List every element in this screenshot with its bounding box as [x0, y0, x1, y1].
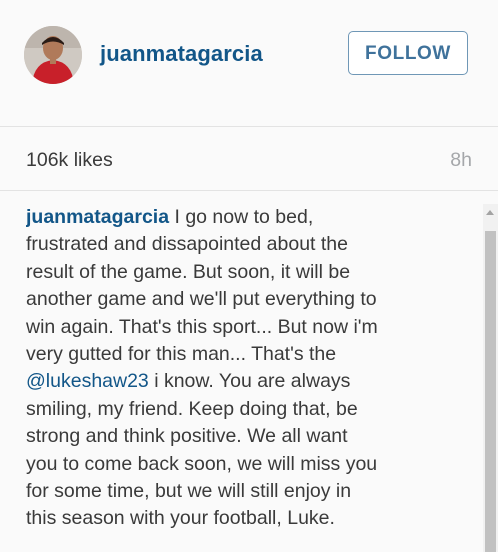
follow-button[interactable]: FOLLOW: [348, 31, 468, 75]
caption-line: result of the game. But soon, it will be: [26, 260, 351, 283]
avatar-image: [24, 26, 82, 84]
caption: juanmatagarcia I go now to bed, frustrat…: [26, 204, 481, 552]
caption-line: juanmatagarcia I go now to bed,: [26, 204, 481, 231]
likes-count[interactable]: 106k likes: [26, 149, 113, 172]
caption-text: i know. You are always: [148, 370, 351, 393]
caption-line: win again. That's this sport... But now …: [26, 315, 378, 338]
caption-line: another game and we'll put everything to: [26, 288, 377, 311]
caption-line: you to come back soon, we will miss you: [26, 452, 378, 475]
mention-link[interactable]: @lukeshaw23: [26, 370, 149, 392]
caption-author[interactable]: juanmatagarcia: [26, 206, 169, 228]
caption-text: I go now to bed,: [169, 206, 314, 228]
caption-line: for some time, but we will still enjoy i…: [26, 480, 352, 503]
caption-line: frustrated and dissapointed about the: [26, 233, 348, 256]
caption-scrollbar[interactable]: [483, 204, 498, 552]
post-header: juanmatagarcia FOLLOW: [0, 0, 498, 110]
post-username[interactable]: juanmatagarcia: [100, 41, 263, 67]
post-time: 8h: [450, 149, 472, 171]
scroll-up-arrow-icon[interactable]: [486, 210, 494, 215]
divider: [0, 126, 498, 127]
scrollbar-thumb[interactable]: [485, 231, 496, 552]
profile-avatar[interactable]: [24, 26, 82, 84]
caption-line: smiling, my friend. Keep doing that, be: [26, 397, 358, 420]
caption-line: strong and think positive. We all want: [26, 425, 348, 448]
caption-line: very gutted for this man... That's the: [26, 343, 337, 366]
divider: [0, 190, 498, 191]
caption-line: this season with your football, Luke.: [26, 507, 335, 530]
caption-line: @lukeshaw23 i know. You are always: [26, 368, 481, 395]
